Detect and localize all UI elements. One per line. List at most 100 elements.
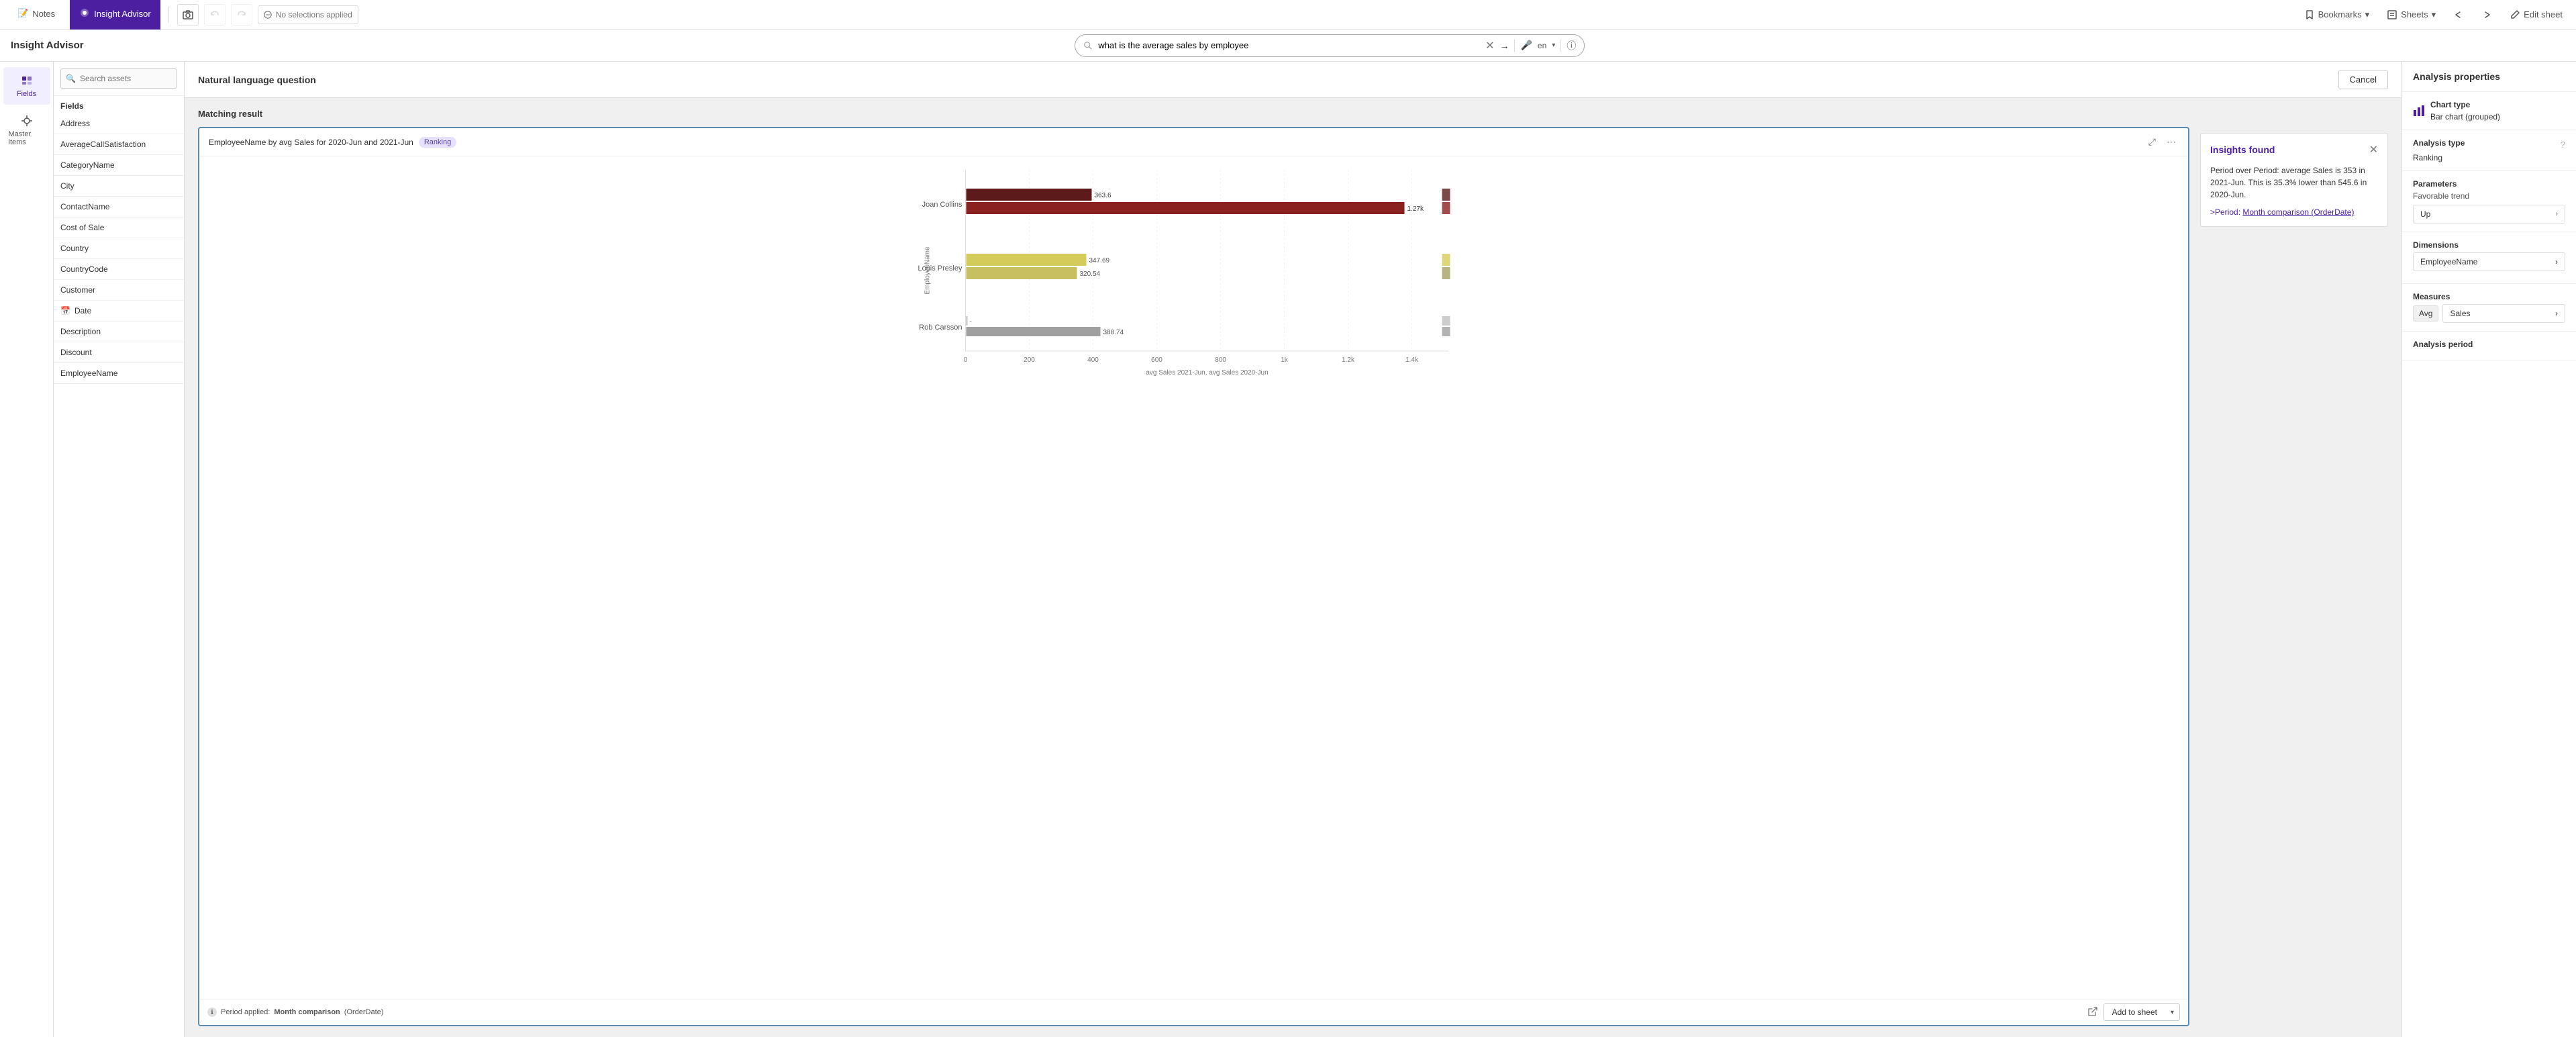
tab-notes[interactable]: 📝 Notes xyxy=(8,0,64,30)
add-to-sheet-button[interactable]: Add to sheet xyxy=(2104,1004,2165,1020)
analysis-type-header: Analysis type ? xyxy=(2413,138,2565,150)
dropdown-arrow: › xyxy=(2555,210,2558,218)
nav-forward-btn[interactable] xyxy=(2476,7,2497,23)
matching-result-label: Matching result xyxy=(198,109,2189,119)
description-label: Description xyxy=(60,327,101,336)
bar-chart-svg: 0 200 400 600 800 1k 1.2k 1.4k EmployeeN… xyxy=(210,163,2177,378)
sheets-label: Sheets xyxy=(2401,9,2428,19)
sidebar-item-master-items[interactable]: Master items xyxy=(3,107,50,153)
svg-text:1.27k: 1.27k xyxy=(1407,205,1424,213)
search-clear-btn[interactable]: ✕ xyxy=(1485,39,1494,52)
search-submit-btn[interactable]: → xyxy=(1499,40,1509,51)
favorable-trend-dropdown[interactable]: Up › xyxy=(2413,205,2565,224)
chart-card: EmployeeName by avg Sales for 2020-Jun a… xyxy=(198,127,2189,1026)
redo-btn[interactable] xyxy=(231,4,252,26)
bar-rob-2020 xyxy=(967,327,1101,336)
field-item-countryCode[interactable]: CountryCode xyxy=(54,259,184,280)
bar-louis-2020 xyxy=(967,267,1077,279)
ranking-badge: Ranking xyxy=(419,137,456,148)
assets-search-input[interactable] xyxy=(60,68,177,89)
field-item-employeeName[interactable]: EmployeeName xyxy=(54,363,184,384)
trend-value: Up xyxy=(2420,209,2430,219)
master-items-label: Master items xyxy=(9,130,45,146)
country-label: Country xyxy=(60,244,89,253)
top-nav: 📝 Notes Insight Advisor No selections ap… xyxy=(0,0,2576,30)
dimensions-label: Dimensions xyxy=(2413,240,2565,250)
nav-divider-1 xyxy=(168,7,169,23)
cancel-button[interactable]: Cancel xyxy=(2338,70,2388,89)
field-item-discount[interactable]: Discount xyxy=(54,342,184,363)
date-calendar-icon: 📅 xyxy=(60,306,70,315)
search-info-btn[interactable]: ⓘ xyxy=(1567,39,1576,52)
svg-text:347.69: 347.69 xyxy=(1089,257,1110,264)
field-item-city[interactable]: City xyxy=(54,176,184,197)
field-item-averageCallSatisfaction[interactable]: AverageCallSatisfaction xyxy=(54,134,184,155)
fields-label: Fields xyxy=(17,90,36,98)
footer-right: Add to sheet ▾ xyxy=(2087,1003,2180,1021)
search-input[interactable] xyxy=(1098,40,1480,50)
chart-menu-btn[interactable]: ⋯ xyxy=(2164,135,2179,149)
mic-btn[interactable]: 🎤 xyxy=(1520,40,1532,51)
camera-btn[interactable] xyxy=(177,4,199,26)
dimension-arrow: › xyxy=(2555,257,2558,266)
field-item-costOfSale[interactable]: Cost of Sale xyxy=(54,217,184,238)
right-panel: Analysis properties Chart type Bar chart… xyxy=(2401,62,2576,1037)
field-item-customer[interactable]: Customer xyxy=(54,280,184,301)
tab-insight-advisor[interactable]: Insight Advisor xyxy=(70,0,160,30)
measures-label: Measures xyxy=(2413,292,2565,301)
field-item-contactName[interactable]: ContactName xyxy=(54,197,184,217)
analysis-type-label: Analysis type xyxy=(2413,138,2465,148)
bookmarks-label: Bookmarks xyxy=(2318,9,2362,19)
chart-type-row: Chart type Bar chart (grouped) xyxy=(2413,100,2565,121)
sidebar-item-fields[interactable]: Fields xyxy=(3,67,50,105)
share-btn[interactable] xyxy=(2087,1006,2098,1019)
sheets-btn[interactable]: Sheets ▾ xyxy=(2381,7,2441,23)
svg-text:avg Sales 2021-Jun, avg Sales: avg Sales 2021-Jun, avg Sales 2020-Jun xyxy=(1146,369,1268,377)
field-item-country[interactable]: Country xyxy=(54,238,184,259)
field-item-categoryName[interactable]: CategoryName xyxy=(54,155,184,176)
analysis-period-label: Analysis period xyxy=(2413,340,2565,349)
add-sheet-btn-container: Add to sheet ▾ xyxy=(2103,1003,2180,1021)
svg-text:0: 0 xyxy=(964,356,968,364)
bar-chart-area: 0 200 400 600 800 1k 1.2k 1.4k EmployeeN… xyxy=(199,156,2188,999)
dimension-value: EmployeeName xyxy=(2420,257,2477,266)
edit-sheet-btn[interactable]: Edit sheet xyxy=(2504,7,2568,23)
parameters-label: Parameters xyxy=(2413,179,2565,189)
field-item-date[interactable]: 📅 Date xyxy=(54,301,184,322)
insight-advisor-icon xyxy=(79,7,90,20)
add-to-sheet-dropdown-btn[interactable]: ▾ xyxy=(2165,1005,2179,1020)
chart-section: Matching result EmployeeName by avg Sale… xyxy=(185,98,2401,1037)
assets-search-wrap: 🔍 xyxy=(60,68,177,89)
insights-close-btn[interactable]: ✕ xyxy=(2369,143,2378,156)
dimension-employee-name[interactable]: EmployeeName › xyxy=(2413,252,2565,271)
svg-text:1k: 1k xyxy=(1281,356,1289,364)
favorable-trend-label: Favorable trend xyxy=(2413,191,2565,201)
field-item-description[interactable]: Description xyxy=(54,322,184,342)
right-panel-title: Analysis properties xyxy=(2402,62,2576,92)
bookmarks-btn[interactable]: Bookmarks ▾ xyxy=(2299,7,2375,23)
customer-label: Customer xyxy=(60,285,95,295)
chart-type-value: Bar chart (grouped) xyxy=(2430,112,2500,121)
nav-back-btn[interactable] xyxy=(2448,7,2469,23)
svg-text:Rob Carsson: Rob Carsson xyxy=(919,324,962,332)
chart-footer: ℹ Period applied: Month comparison (Orde… xyxy=(199,999,2188,1025)
chart-type-label: Chart type xyxy=(2430,100,2500,109)
svg-text:320.54: 320.54 xyxy=(1080,270,1101,278)
analysis-type-help-icon[interactable]: ? xyxy=(2561,140,2565,150)
field-item-address[interactable]: Address xyxy=(54,113,184,134)
lang-arrow[interactable]: ▾ xyxy=(1552,42,1555,49)
period-info: ℹ Period applied: Month comparison (Orde… xyxy=(207,1007,383,1017)
svg-text:1.2k: 1.2k xyxy=(1342,356,1355,364)
chart-expand-btn[interactable]: ⤢ xyxy=(2146,135,2159,149)
insights-link[interactable]: >Period: Month comparison (OrderDate) xyxy=(2210,207,2378,217)
assets-panel: 🔍 Fields Address AverageCallSatisfaction… xyxy=(54,62,185,1037)
undo-btn[interactable] xyxy=(204,4,226,26)
lang-selector[interactable]: en xyxy=(1538,41,1546,50)
content-area: Natural language question Cancel Matchin… xyxy=(185,62,2401,1037)
master-items-icon xyxy=(20,114,34,128)
insights-text: Period over Period: average Sales is 353… xyxy=(2210,164,2378,201)
employeeName-label: EmployeeName xyxy=(60,368,117,378)
insights-header: Insights found ✕ xyxy=(2210,143,2378,156)
measure-sales-item[interactable]: Sales › xyxy=(2442,304,2565,323)
bookmarks-arrow: ▾ xyxy=(2365,9,2370,20)
